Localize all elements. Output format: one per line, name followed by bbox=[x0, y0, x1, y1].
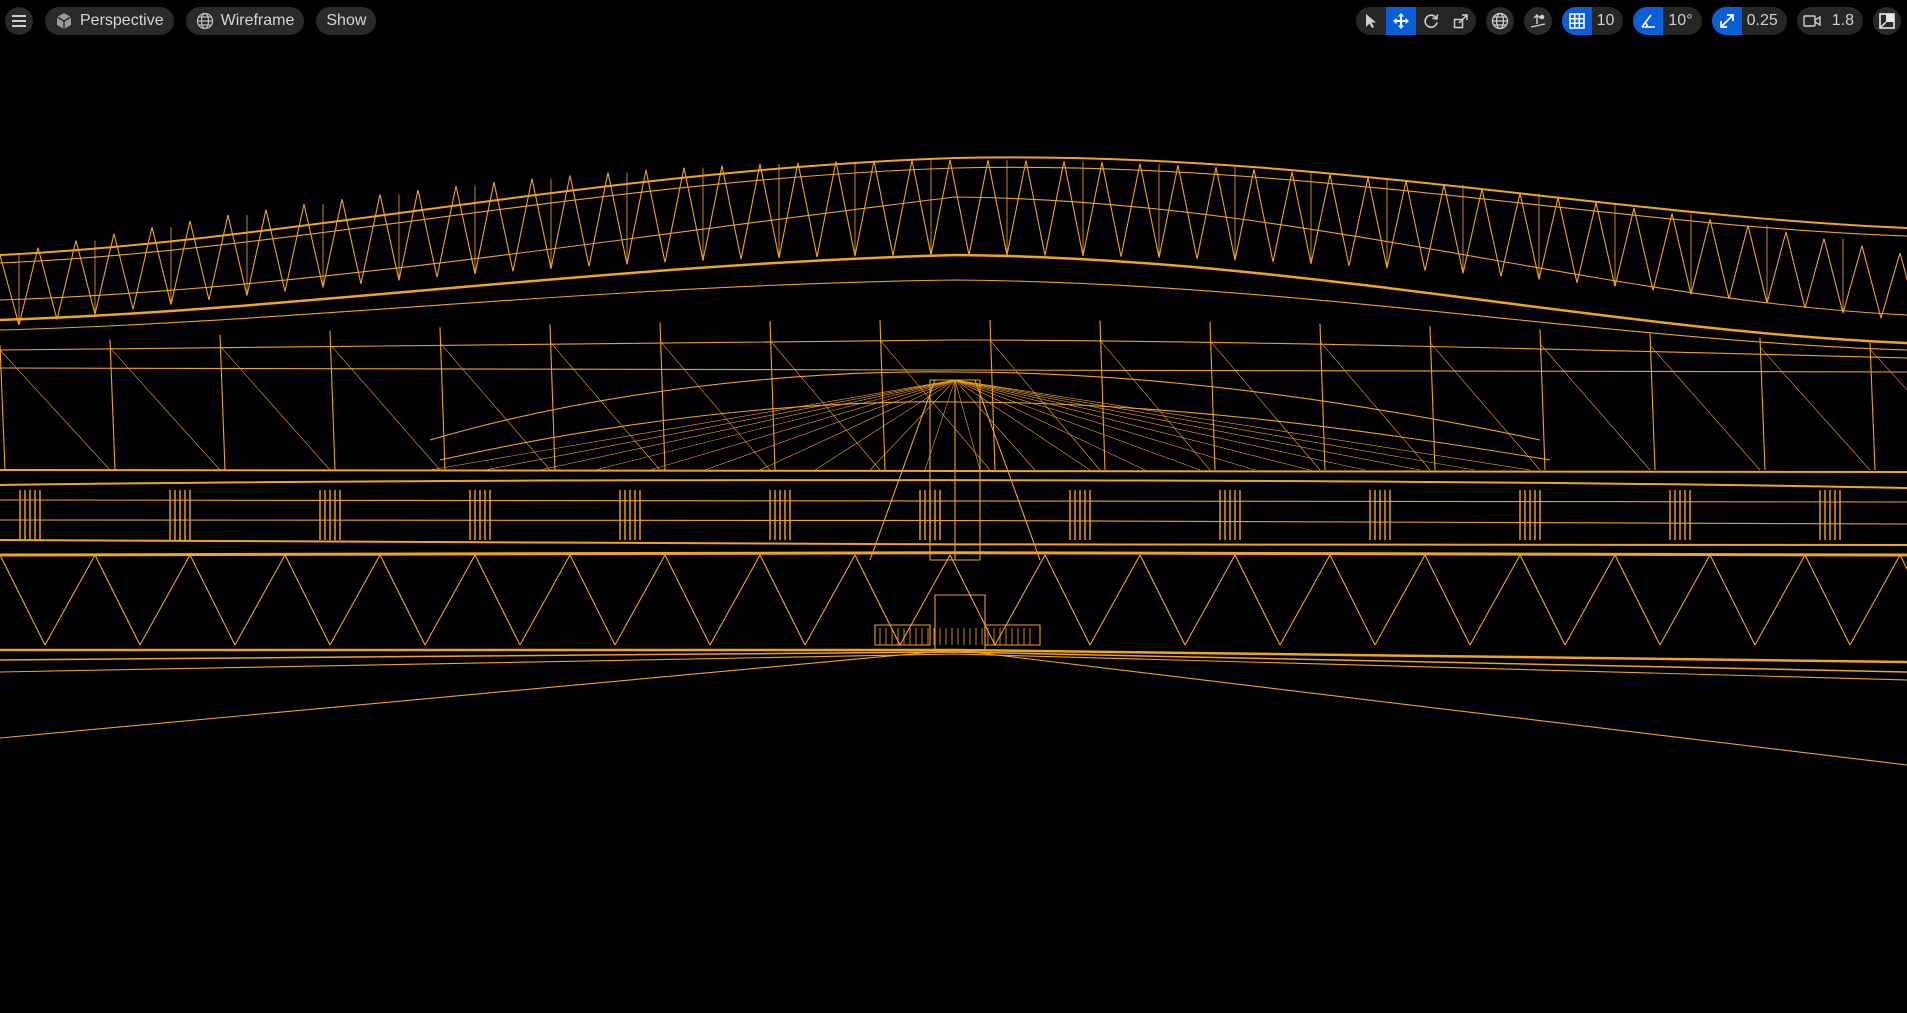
show-label: Show bbox=[326, 12, 367, 29]
grid-snap-toggle[interactable] bbox=[1561, 7, 1592, 35]
maximize-viewport-icon bbox=[1879, 13, 1895, 29]
scale-snap-value[interactable]: 0.25 bbox=[1742, 7, 1787, 35]
scale-icon bbox=[1453, 13, 1469, 29]
view-mode-label: Perspective bbox=[80, 12, 164, 29]
show-flags-button[interactable]: Show bbox=[316, 7, 377, 35]
angle-icon bbox=[1640, 13, 1656, 29]
rotate-tool-button[interactable] bbox=[1416, 7, 1446, 35]
hamburger-menu-icon bbox=[12, 15, 26, 27]
cube-icon bbox=[55, 12, 73, 30]
maximize-viewport-button[interactable] bbox=[1873, 7, 1901, 35]
scale-tool-button[interactable] bbox=[1446, 7, 1476, 35]
rotation-snap-value[interactable]: 10° bbox=[1663, 7, 1701, 35]
level-viewport[interactable]: Perspective Wireframe Show 10 10° 0.25 1… bbox=[0, 0, 1907, 1013]
rotate-icon bbox=[1422, 12, 1440, 30]
wireframe-sphere-icon bbox=[196, 12, 214, 30]
view-mode-wireframe-button[interactable]: Wireframe bbox=[185, 7, 305, 35]
grid-snap-group[interactable]: 10 bbox=[1561, 7, 1624, 35]
surface-snapping-button[interactable] bbox=[1523, 7, 1552, 35]
render-mode-label: Wireframe bbox=[220, 12, 295, 29]
translate-move-icon bbox=[1392, 12, 1410, 30]
surface-snapping-icon bbox=[1529, 12, 1547, 30]
world-local-toggle-button[interactable] bbox=[1485, 7, 1514, 35]
select-arrow-icon bbox=[1364, 13, 1378, 29]
grid-icon bbox=[1568, 13, 1585, 29]
grid-snap-value[interactable]: 10 bbox=[1592, 7, 1624, 35]
transform-tools-group bbox=[1355, 7, 1476, 35]
wireframe-stadium-scene[interactable] bbox=[0, 0, 1907, 1013]
perspective-view-button[interactable]: Perspective bbox=[45, 7, 174, 35]
scale-snap-toggle[interactable] bbox=[1711, 7, 1742, 35]
scale-snap-group[interactable]: 0.25 bbox=[1711, 7, 1787, 35]
camera-speed-button[interactable] bbox=[1797, 7, 1827, 35]
rotation-snap-group[interactable]: 10° bbox=[1633, 7, 1702, 35]
camera-speed-group[interactable]: 1.8 bbox=[1796, 7, 1863, 35]
translate-tool-button[interactable] bbox=[1385, 7, 1416, 35]
select-tool-button[interactable] bbox=[1356, 7, 1386, 35]
rotation-snap-toggle[interactable] bbox=[1633, 7, 1664, 35]
camera-icon bbox=[1803, 14, 1821, 28]
camera-speed-value[interactable]: 1.8 bbox=[1827, 7, 1863, 35]
globe-icon bbox=[1491, 12, 1509, 30]
scale-arrow-icon bbox=[1719, 13, 1735, 29]
menu-button[interactable] bbox=[5, 7, 33, 35]
